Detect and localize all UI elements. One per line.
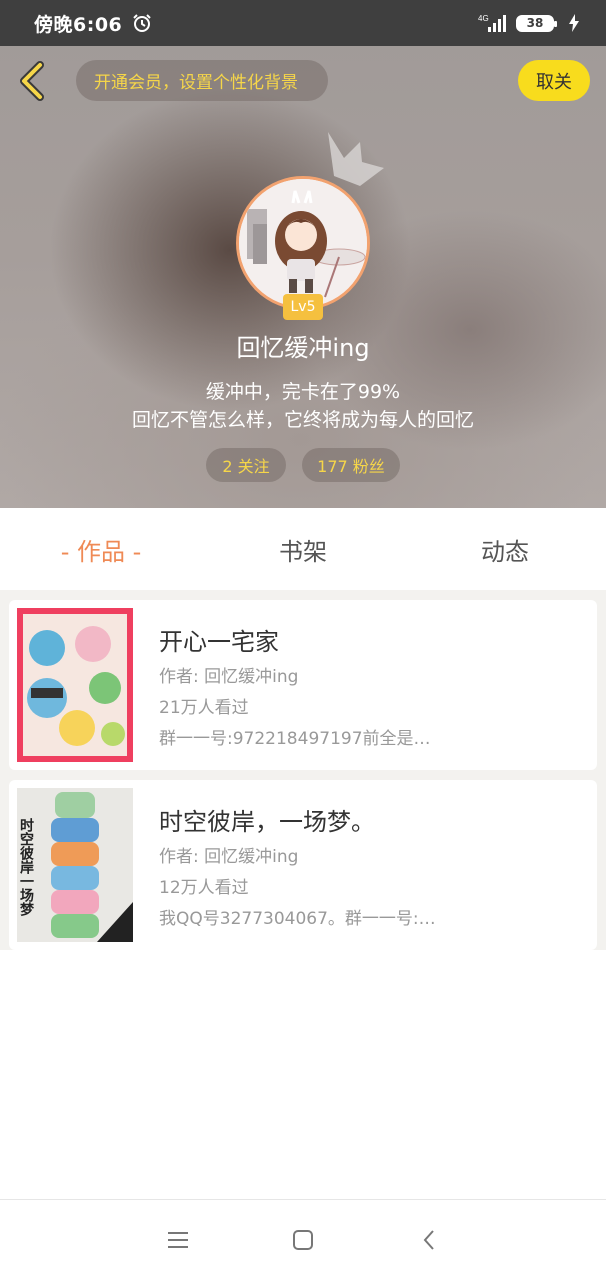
- network-type: 4G: [478, 14, 489, 23]
- menu-icon[interactable]: [166, 1228, 190, 1252]
- alarm-icon: [133, 14, 151, 32]
- list-item[interactable]: 时空彼岸一场梦 时空彼岸，一场梦。 作者: 回忆缓冲ing 12万人看过 我QQ…: [9, 780, 597, 950]
- unfollow-button[interactable]: 取关: [518, 60, 590, 101]
- work-description: 我QQ号3277304067。群一一号:…: [159, 909, 436, 929]
- tab-activity[interactable]: 动态: [404, 532, 606, 567]
- profile-tabs: - 作品 - 书架 动态: [0, 508, 606, 590]
- work-author: 作者: 回忆缓冲ing: [159, 847, 299, 867]
- status-time: 傍晚6:06: [34, 13, 123, 36]
- home-icon[interactable]: [291, 1228, 315, 1252]
- work-title: 开心一宅家: [159, 628, 279, 656]
- work-author: 作者: 回忆缓冲ing: [159, 667, 299, 687]
- cover-image: 时空彼岸一场梦: [17, 788, 133, 942]
- empty-space: [0, 950, 606, 1200]
- system-navigation-bar: [0, 1199, 606, 1280]
- followers-count-button[interactable]: 177 粉丝: [302, 448, 400, 482]
- cover-title: 时空彼岸一场梦: [18, 817, 34, 917]
- followers-count: 177 粉丝: [317, 457, 385, 476]
- bio-line: 回忆不管怎么样，它终将成为每人的回忆: [131, 409, 474, 431]
- level-badge: Lv5: [283, 294, 323, 320]
- work-description: 群一一号:972218497197前全是…: [159, 729, 431, 749]
- work-views: 21万人看过: [159, 698, 249, 718]
- bio-line: 缓冲中，完卡在了99%: [205, 381, 401, 403]
- level-text: Lv5: [290, 299, 316, 315]
- status-bar: 傍晚6:06 4G 38: [0, 0, 606, 46]
- work-views: 12万人看过: [159, 878, 249, 898]
- signal-icon: 4G: [478, 14, 506, 32]
- tab-bookshelf[interactable]: 书架: [202, 532, 404, 567]
- list-item[interactable]: 开心一宅家 作者: 回忆缓冲ing 21万人看过 群一一号:9722184971…: [9, 600, 597, 770]
- work-title: 时空彼岸，一场梦。: [159, 808, 375, 836]
- battery-level: 38: [526, 16, 544, 30]
- username: 回忆缓冲ing: [236, 334, 370, 362]
- vip-background-prompt[interactable]: 开通会员，设置个性化背景: [76, 60, 328, 101]
- comic-cover: [17, 608, 133, 762]
- work-info: 时空彼岸，一场梦。 作者: 回忆缓冲ing 12万人看过 我QQ号3277304…: [159, 802, 589, 935]
- work-info: 开心一宅家 作者: 回忆缓冲ing 21万人看过 群一一号:9722184971…: [159, 622, 589, 755]
- vip-prompt-text: 开通会员，设置个性化背景: [94, 73, 298, 93]
- profile-header: 傍晚6:06 4G 38 开通会员，设置个性化背景 取关 Lv5 回忆缓冲ing…: [0, 0, 606, 508]
- avatar[interactable]: [236, 176, 370, 310]
- tab-works[interactable]: - 作品 -: [0, 532, 202, 567]
- back-arrow-icon: [20, 61, 44, 101]
- profile-bio: 缓冲中，完卡在了99% 回忆不管怎么样，它终将成为每人的回忆: [0, 378, 606, 434]
- following-count-button[interactable]: 2 关注: [206, 448, 286, 482]
- following-count: 2 关注: [222, 457, 270, 476]
- back-icon[interactable]: [418, 1228, 442, 1252]
- cover-image: [17, 608, 133, 762]
- avatar-image: [239, 179, 367, 307]
- back-button[interactable]: [14, 58, 50, 104]
- charging-icon: [569, 14, 579, 32]
- battery-indicator: 38: [516, 14, 557, 32]
- status-indicators: 4G 38: [478, 13, 580, 33]
- unfollow-label: 取关: [536, 71, 572, 93]
- comic-cover: 时空彼岸一场梦: [17, 788, 133, 942]
